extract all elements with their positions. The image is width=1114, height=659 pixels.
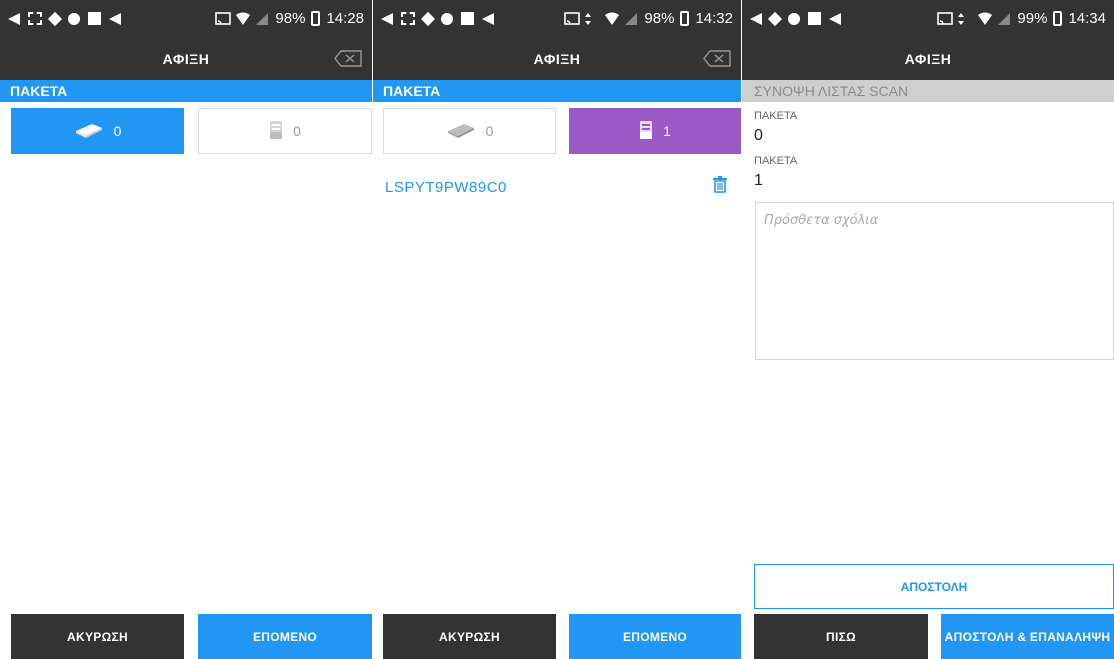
data-transfer-icon [957,12,971,26]
back-arrow-icon [482,12,494,25]
battery-percent: 98% [644,10,675,27]
square-icon [808,12,821,25]
page-title: ΑΦΙΞΗ [533,50,581,67]
cast-icon [937,11,954,26]
app-bar: ΑΦΙΞΗ [0,37,372,80]
cast-icon [564,11,581,26]
status-bar: 98% 14:32 [373,0,741,37]
page-title: ΑΦΙΞΗ [904,50,952,67]
battery-percent: 98% [275,10,306,27]
scanned-box-icon [639,120,653,143]
notification-arrow-icon [8,12,20,25]
summary-label: ΠΑΚΕΤΑ [754,155,798,167]
back-arrow-icon [109,12,121,25]
clear-input-button[interactable] [703,50,731,67]
next-button[interactable]: ΕΠΟΜΕΝΟ [569,614,741,659]
notification-arrow-icon [750,12,762,25]
android-icon [441,12,453,25]
section-header: ΣΥΝΟΨΗ ΛΙΣΤΑΣ SCAN [742,80,1114,102]
package-icon [446,121,476,142]
cancel-button[interactable]: ΑΚΥΡΩΣΗ [383,614,556,659]
package-counter-tab[interactable]: 0 [383,108,556,154]
wifi-icon [235,12,251,26]
cast-icon [215,11,232,26]
app-bar: ΑΦΙΞΗ [742,37,1114,80]
battery-icon [680,11,690,26]
clock: 14:34 [1068,10,1106,27]
back-button[interactable]: ΠΙΣΩ [754,614,928,659]
list-item: LSPYT9PW89C0 [385,175,727,199]
clear-input-button[interactable] [334,50,362,67]
send-and-repeat-button[interactable]: ΑΠΟΣΤΟΛΗ & ΕΠΑΝΑΛΗΨΗ [941,614,1114,659]
scanned-box-icon [269,120,283,143]
status-bar: 99% 14:34 [742,0,1114,37]
send-button[interactable]: ΑΠΟΣΤΟΛΗ [754,564,1114,609]
scanned-counter-tab[interactable]: 1 [569,108,741,154]
notification-arrow-icon [381,12,393,25]
summary-label: ΠΑΚΕΤΑ [754,110,798,122]
package-count: 0 [485,123,494,139]
fullscreen-icon [28,12,42,25]
app-bar: ΑΦΙΞΗ [373,37,741,80]
wifi-icon [604,12,620,26]
scanned-counter-tab[interactable]: 0 [198,108,372,154]
fullscreen-icon [401,12,415,25]
square-icon [88,12,101,25]
screen-arrival-2: 98% 14:32 ΑΦΙΞΗ ΠΑΚΕΤΑ 0 1 LSPYT9PW89C0 … [373,0,741,659]
cancel-button[interactable]: ΑΚΥΡΩΣΗ [11,614,184,659]
code-icon [767,11,783,26]
barcode-text: LSPYT9PW89C0 [385,178,507,196]
section-header: ΠΑΚΕΤΑ [0,80,372,102]
status-bar: 98% 14:28 [0,0,372,37]
battery-percent: 99% [1017,10,1048,27]
next-button[interactable]: ΕΠΟΜΕΝΟ [198,614,372,659]
wifi-icon [977,12,993,26]
comments-field[interactable]: Πρόσθετα σχόλια [755,202,1114,360]
signal-icon [997,12,1011,26]
clock: 14:32 [695,10,733,27]
scanned-count: 0 [293,123,301,139]
code-icon [420,11,436,26]
clock: 14:28 [326,10,364,27]
scanned-count: 1 [663,123,671,139]
signal-icon [255,12,269,26]
back-arrow-icon [829,12,841,25]
section-header: ΠΑΚΕΤΑ [373,80,741,102]
battery-icon [1053,11,1063,26]
page-title: ΑΦΙΞΗ [162,50,210,67]
android-icon [788,12,800,25]
signal-icon [624,12,638,26]
package-counter-tab[interactable]: 0 [11,108,184,154]
summary-value: 1 [754,172,763,189]
screen-arrival-1: 98% 14:28 ΑΦΙΞΗ ΠΑΚΕΤΑ 0 0 ΑΚΥΡΩΣΗ ΕΠΟΜΕ… [0,0,372,659]
code-icon [47,11,63,26]
package-icon [74,121,104,142]
data-transfer-icon [584,12,598,26]
android-icon [68,12,80,25]
battery-icon [311,11,321,26]
summary-value: 0 [754,127,763,144]
screen-scan-summary: 99% 14:34 ΑΦΙΞΗ ΣΥΝΟΨΗ ΛΙΣΤΑΣ SCAN ΠΑΚΕΤ… [742,0,1114,659]
trash-icon[interactable] [713,176,727,198]
package-count: 0 [113,123,122,139]
square-icon [461,12,474,25]
